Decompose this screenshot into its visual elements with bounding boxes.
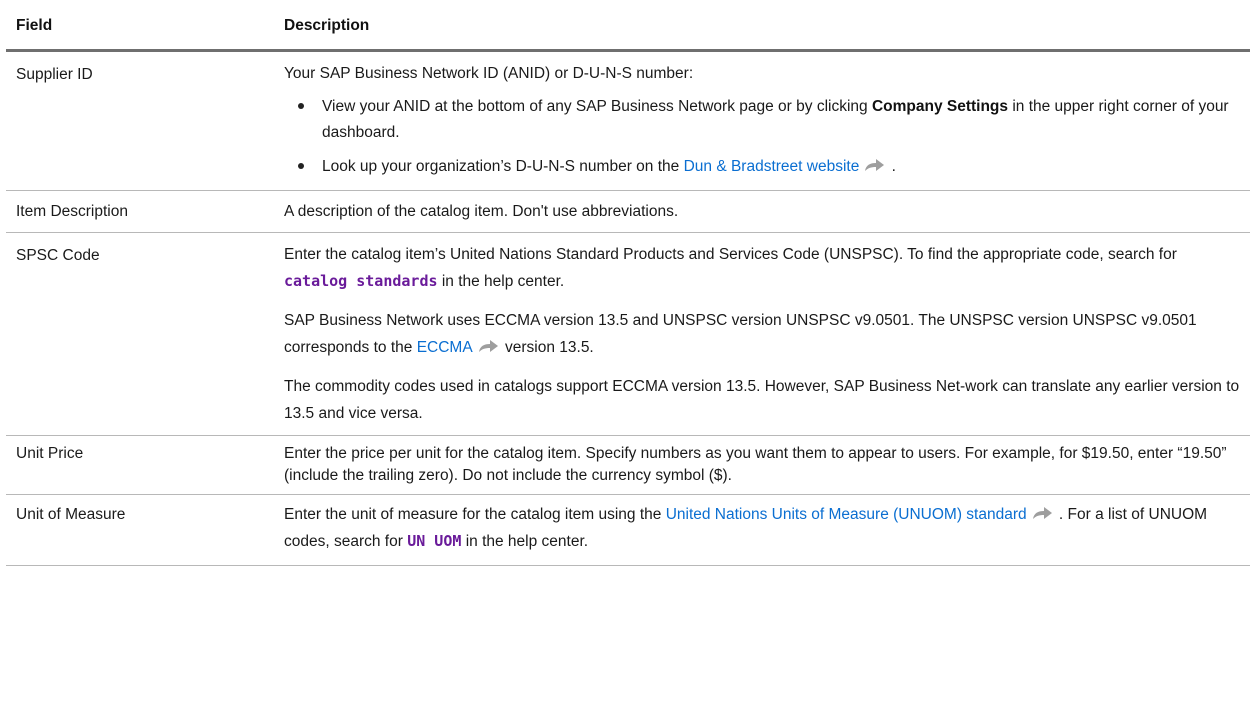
bullet-text: Look up your organization’s D-U-N-S numb… bbox=[322, 158, 684, 175]
field-unit-price: Unit Price bbox=[6, 435, 274, 495]
list-item: View your ANID at the bottom of any SAP … bbox=[298, 94, 1244, 146]
supplier-id-intro: Your SAP Business Network ID (ANID) or D… bbox=[284, 65, 694, 82]
table-header-row: Field Description bbox=[6, 0, 1250, 52]
unuom-standard-link[interactable]: United Nations Units of Measure (UNUOM) … bbox=[666, 506, 1027, 523]
paragraph-text: in the help center. bbox=[461, 533, 589, 550]
supplier-id-bullet-list: View your ANID at the bottom of any SAP … bbox=[284, 94, 1244, 180]
un-uom-keyword: UN UOM bbox=[407, 532, 462, 550]
description-supplier-id: Your SAP Business Network ID (ANID) or D… bbox=[274, 50, 1250, 191]
paragraph-text: Enter the catalog item’s United Nations … bbox=[284, 246, 1177, 263]
header-description: Description bbox=[274, 0, 1250, 52]
external-link-arrow-icon[interactable] bbox=[863, 158, 885, 172]
catalog-standards-keyword: catalog standards bbox=[284, 272, 438, 290]
field-unit-of-measure: Unit of Measure bbox=[6, 494, 274, 566]
description-item-description: A description of the catalog item. Don't… bbox=[274, 190, 1250, 233]
paragraph-text: in the help center. bbox=[437, 273, 565, 290]
bullet-text: . bbox=[887, 158, 896, 175]
list-item: Look up your organization’s D-U-N-S numb… bbox=[298, 154, 1244, 180]
description-spsc-code: Enter the catalog item’s United Nations … bbox=[274, 232, 1250, 436]
field-spsc-code: SPSC Code bbox=[6, 232, 274, 436]
field-item-description: Item Description bbox=[6, 190, 274, 233]
table-row: Item Description A description of the ca… bbox=[6, 190, 1250, 233]
table-row: Unit of Measure Enter the unit of measur… bbox=[6, 494, 1250, 566]
paragraph-text: version 13.5. bbox=[500, 339, 594, 356]
eccma-link[interactable]: ECCMA bbox=[417, 339, 473, 356]
field-description-table: Field Description Supplier ID Your SAP B… bbox=[6, 0, 1250, 566]
spsc-paragraph-2: SAP Business Network uses ECCMA version … bbox=[284, 307, 1244, 361]
field-supplier-id: Supplier ID bbox=[6, 50, 274, 191]
description-unit-of-measure: Enter the unit of measure for the catalo… bbox=[274, 494, 1250, 566]
spsc-paragraph-1: Enter the catalog item’s United Nations … bbox=[284, 241, 1244, 295]
uom-paragraph: Enter the unit of measure for the catalo… bbox=[284, 502, 1244, 555]
table-row: Unit Price Enter the price per unit for … bbox=[6, 435, 1250, 495]
bullet-text: View your ANID at the bottom of any SAP … bbox=[322, 98, 872, 115]
bullet-icon bbox=[298, 163, 304, 169]
table-row: SPSC Code Enter the catalog item’s Unite… bbox=[6, 232, 1250, 436]
external-link-arrow-icon[interactable] bbox=[477, 339, 499, 353]
table-row: Supplier ID Your SAP Business Network ID… bbox=[6, 50, 1250, 191]
company-settings-label: Company Settings bbox=[871, 98, 1009, 115]
dun-bradstreet-link[interactable]: Dun & Bradstreet website bbox=[684, 158, 860, 175]
spsc-paragraph-3: The commodity codes used in catalogs sup… bbox=[284, 378, 1240, 422]
description-unit-price: Enter the price per unit for the catalog… bbox=[274, 435, 1250, 495]
paragraph-text: Enter the unit of measure for the catalo… bbox=[284, 506, 666, 523]
external-link-arrow-icon[interactable] bbox=[1031, 506, 1053, 520]
header-field: Field bbox=[6, 0, 274, 52]
bullet-icon bbox=[298, 103, 304, 109]
